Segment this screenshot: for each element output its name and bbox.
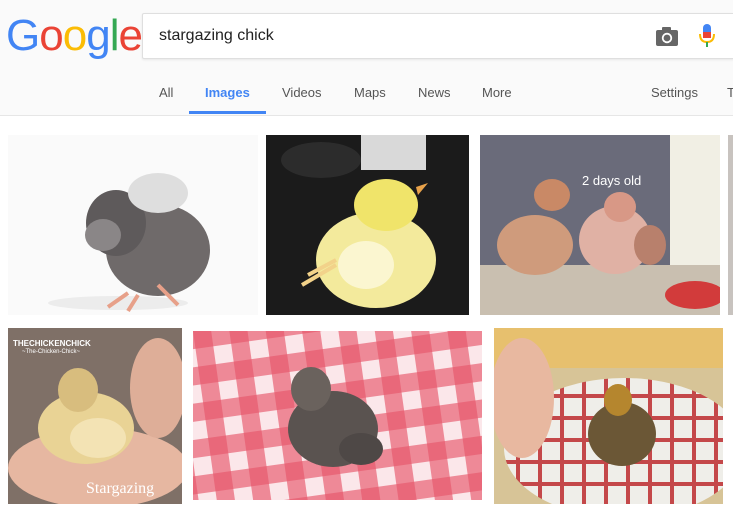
image-result-two-chicks[interactable]: 2 days old (480, 135, 720, 315)
logo-letter: o (39, 11, 64, 60)
logo-letter: e (118, 11, 143, 60)
logo-letter: l (109, 11, 120, 60)
logo-letter: g (86, 11, 111, 60)
camera-icon[interactable] (655, 25, 679, 47)
google-logo[interactable]: Google (6, 11, 143, 60)
tab-settings[interactable]: Settings (651, 85, 698, 100)
image-result-towel-chick[interactable] (494, 328, 723, 504)
tab-more[interactable]: More (482, 85, 512, 100)
tab-images[interactable]: Images (205, 85, 250, 100)
watermark-text: THECHICKENCHICK (13, 339, 91, 348)
logo-letter: o (62, 11, 88, 60)
image-result-stargazing-hand[interactable]: THECHICKENCHICK ~The-Chicken-Chick~ Star… (8, 328, 182, 504)
image-result-partial[interactable] (728, 135, 733, 315)
watermark-subtext: ~The-Chicken-Chick~ (22, 349, 81, 355)
tab-tools[interactable]: T (727, 85, 733, 100)
search-header: Google stargazing chick All Images Video… (0, 0, 733, 116)
image-result-yellow-chick[interactable] (266, 135, 469, 315)
logo-letter: G (6, 11, 40, 60)
image-result-gray-chick[interactable] (8, 135, 258, 315)
search-box[interactable]: stargazing chick (142, 13, 733, 59)
tab-maps[interactable]: Maps (354, 85, 386, 100)
image-caption: 2 days old (582, 173, 642, 188)
active-tab-indicator (189, 111, 266, 114)
search-input[interactable]: stargazing chick (159, 27, 274, 45)
image-caption: Stargazing (86, 480, 155, 497)
image-result-gingham-chick[interactable] (193, 331, 482, 500)
tab-all[interactable]: All (159, 85, 173, 100)
mic-icon[interactable] (698, 23, 716, 49)
tab-videos[interactable]: Videos (282, 85, 322, 100)
tab-news[interactable]: News (418, 85, 451, 100)
search-tabs: All Images Videos Maps News More Setting… (0, 78, 733, 115)
